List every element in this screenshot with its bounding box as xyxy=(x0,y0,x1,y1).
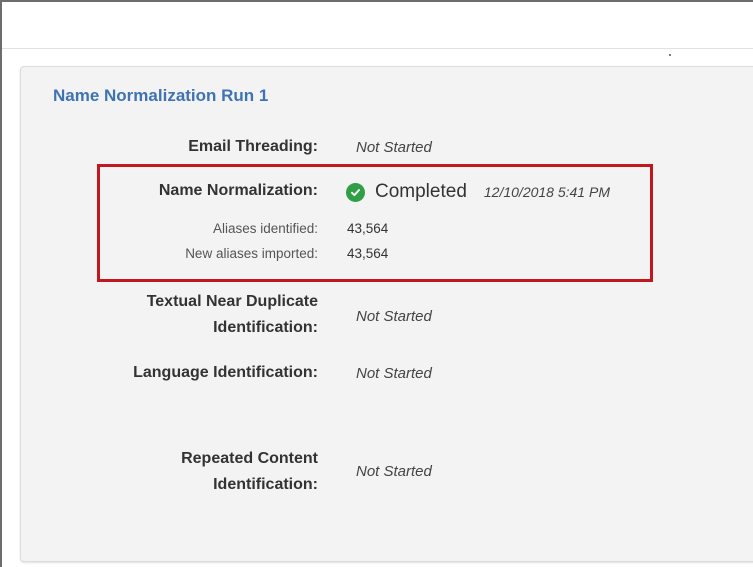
language-identification-label: Language Identification: xyxy=(133,364,318,381)
top-toolbar-area xyxy=(2,2,753,49)
new-aliases-imported-label: New aliases imported: xyxy=(185,246,318,261)
repeated-content-status: Not Started xyxy=(356,463,432,480)
email-threading-label: Email Threading: xyxy=(188,138,318,155)
label-line: Repeated Content xyxy=(181,450,318,467)
label-line: Textual Near Duplicate xyxy=(146,293,318,310)
textual-near-duplicate-label: Textual Near Duplicate Identification: xyxy=(147,289,318,341)
label-line: Identification: xyxy=(213,476,318,493)
completion-timestamp: 12/10/2018 5:41 PM xyxy=(483,184,610,200)
status-completed-text: Completed xyxy=(375,181,467,202)
label-line: Identification: xyxy=(213,319,318,336)
language-identification-status: Not Started xyxy=(356,365,432,382)
new-aliases-imported-value: 43,564 xyxy=(347,246,389,261)
aliases-identified-value: 43,564 xyxy=(347,221,389,236)
name-normalization-status: Completed 12/10/2018 5:41 PM xyxy=(346,181,610,203)
name-normalization-label: Name Normalization: xyxy=(158,182,318,199)
card-title[interactable]: Name Normalization Run 1 xyxy=(53,86,268,106)
textual-near-duplicate-status: Not Started xyxy=(356,308,432,325)
aliases-identified-label: Aliases identified: xyxy=(212,221,318,236)
check-circle-icon xyxy=(346,182,365,202)
separator-dot xyxy=(669,54,671,56)
email-threading-status: Not Started xyxy=(356,139,432,156)
repeated-content-label: Repeated Content Identification: xyxy=(181,446,318,498)
